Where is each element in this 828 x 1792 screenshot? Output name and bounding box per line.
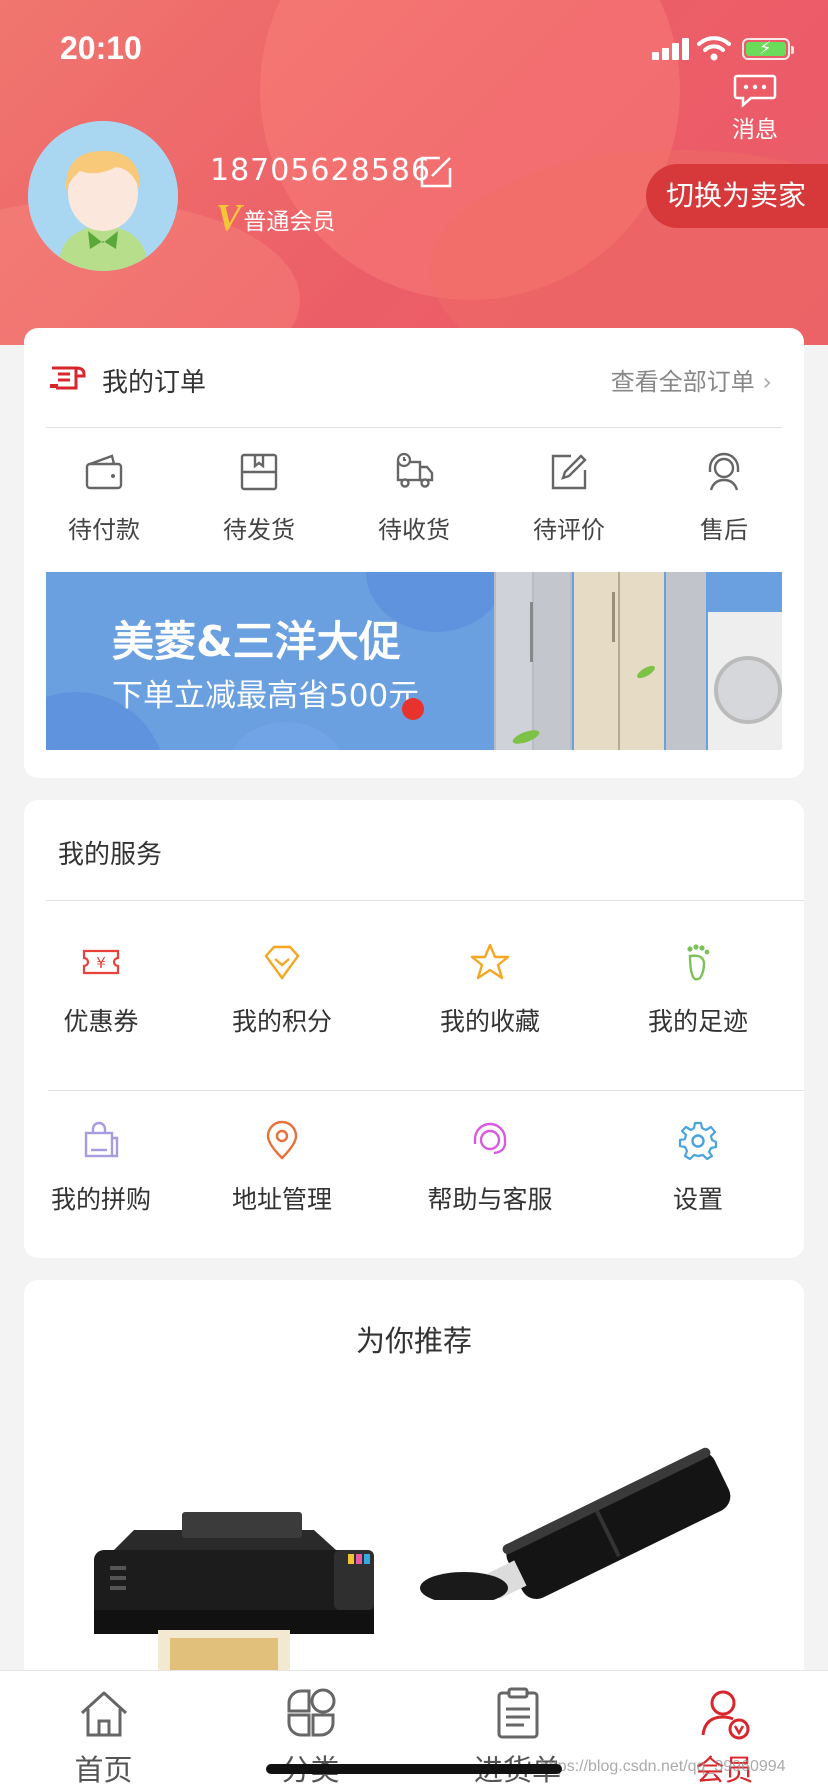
order-status-pending-review[interactable]: 待评价 (509, 450, 629, 545)
purchase-list-icon (497, 1687, 538, 1739)
view-all-orders-label: 查看全部订单 (610, 368, 755, 396)
profile-header: 20:10 ⚡ 消息 18705628586 V 普通会员 切换为卖家 (0, 0, 828, 345)
view-all-orders-link[interactable]: 查看全部订单 › (611, 362, 772, 397)
home-icon (80, 1691, 127, 1737)
messages-button[interactable]: 消息 (720, 74, 790, 144)
footprint-icon (687, 944, 710, 981)
vip-icon: V (216, 197, 242, 239)
service-settings[interactable]: 设置 (594, 1120, 802, 1216)
divider (48, 1090, 804, 1091)
services-row: 我的拼购 地址管理 帮助与客服 设置 (24, 1120, 804, 1216)
product-printer-image[interactable] (74, 1490, 394, 1680)
user-phone: 18705628586 (210, 153, 431, 188)
tab-label: 首页 (74, 1753, 133, 1787)
order-status-row: 待付款 待发货 待收货 待评价 售后 (24, 428, 804, 545)
category-icon (287, 1688, 335, 1737)
service-favorites[interactable]: 我的收藏 (386, 942, 594, 1038)
location-pin-icon (266, 1120, 298, 1160)
order-status-label: 待付款 (68, 516, 140, 544)
service-label: 优惠券 (63, 1007, 139, 1036)
banner-subtitle: 下单立减最高省500元 (112, 678, 420, 714)
cellular-signal-icon (652, 36, 690, 60)
gear-icon (678, 1121, 718, 1160)
services-title: 我的服务 (58, 840, 163, 870)
group-buy-bag-icon (84, 1121, 119, 1158)
service-label: 我的足迹 (647, 1007, 748, 1036)
appliance-image (494, 572, 782, 750)
chat-bubble-icon (733, 74, 777, 108)
service-label: 设置 (672, 1185, 723, 1214)
order-status-label: 售后 (700, 516, 748, 544)
service-footprints[interactable]: 我的足迹 (594, 942, 802, 1038)
messages-label: 消息 (732, 117, 778, 143)
service-help[interactable]: 帮助与客服 (386, 1120, 594, 1216)
service-coupons[interactable]: ¥ 优惠券 (24, 942, 178, 1038)
services-card: 我的服务 ¥ 优惠券 我的积分 我的收藏 我的足迹 我的拼购 地址管理 帮助与客… (24, 800, 804, 1258)
customer-service-icon (708, 452, 740, 491)
avatar-illustration (28, 121, 178, 271)
order-status-pending-receipt[interactable]: 待收货 (354, 450, 474, 545)
order-status-pending-shipment[interactable]: 待发货 (199, 450, 319, 545)
switch-to-seller-button[interactable]: 切换为卖家 (646, 164, 828, 228)
divider (46, 900, 804, 901)
service-group-buy[interactable]: 我的拼购 (24, 1120, 178, 1216)
orders-title: 我的订单 (102, 368, 207, 398)
member-screen: 20:10 ⚡ 消息 18705628586 V 普通会员 切换为卖家 我的订单… (0, 0, 828, 1792)
service-points[interactable]: 我的积分 (178, 942, 386, 1038)
order-status-label: 待发货 (223, 516, 295, 544)
service-label: 地址管理 (231, 1185, 332, 1214)
service-label: 我的收藏 (439, 1007, 540, 1036)
order-status-label: 待评价 (533, 516, 605, 544)
recommend-title: 为你推荐 (355, 1324, 472, 1358)
wifi-icon (697, 36, 731, 61)
battery-icon: ⚡ (742, 38, 794, 60)
review-edit-icon (551, 454, 587, 490)
chevron-right-icon: › (762, 368, 772, 396)
home-indicator[interactable] (266, 1764, 562, 1774)
headset-icon (473, 1122, 507, 1155)
truck-icon (396, 452, 434, 488)
banner-title: 美菱&三洋大促 (112, 617, 401, 666)
member-icon (701, 1690, 749, 1740)
order-status-after-sales[interactable]: 售后 (664, 450, 784, 545)
orders-header[interactable]: 我的订单 查看全部订单 › (46, 328, 782, 428)
star-icon (470, 943, 510, 980)
product-usb-drive-image[interactable] (404, 1440, 784, 1600)
wallet-icon (85, 454, 123, 490)
orders-card: 我的订单 查看全部订单 › 待付款 待发货 待收货 待评价 售后 美菱&三洋大促… (24, 328, 804, 778)
order-status-pending-payment[interactable]: 待付款 (44, 450, 164, 545)
box-icon (240, 453, 278, 491)
services-row: ¥ 优惠券 我的积分 我的收藏 我的足迹 (24, 942, 804, 1038)
member-level-badge: V 普通会员 (216, 197, 336, 239)
service-address[interactable]: 地址管理 (178, 1120, 386, 1216)
coupon-icon: ¥ (82, 949, 120, 975)
edit-profile-icon[interactable] (418, 154, 454, 190)
points-diamond-icon (264, 945, 300, 981)
service-label: 帮助与客服 (427, 1185, 553, 1214)
tab-home[interactable]: 首页 (0, 1671, 207, 1792)
service-label: 我的拼购 (50, 1185, 151, 1214)
avatar[interactable] (28, 121, 178, 271)
status-time: 20:10 (60, 30, 142, 66)
member-level-label: 普通会员 (243, 209, 336, 235)
carousel-indicator (402, 698, 424, 720)
order-status-label: 待收货 (378, 516, 450, 544)
watermark: https://blog.csdn.net/qq_39960994 (540, 1758, 786, 1775)
order-scroll-icon (50, 366, 86, 390)
promo-banner[interactable]: 美菱&三洋大促 下单立减最高省500元 (46, 572, 782, 750)
service-label: 我的积分 (231, 1007, 332, 1036)
svg-text:¥: ¥ (96, 954, 106, 972)
